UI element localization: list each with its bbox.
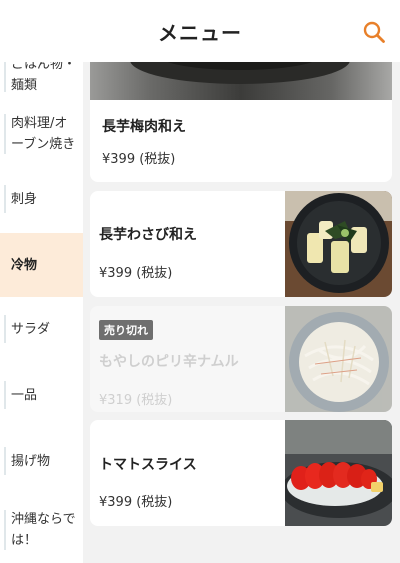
sidebar-item-label: 沖縄ならで は！ xyxy=(11,512,76,548)
soldout-badge: 売り切れ xyxy=(99,320,153,340)
sidebar-item-okinawa[interactable]: 沖縄ならで は！ xyxy=(0,500,83,560)
category-sidebar: ごはん物・ 麺類 肉料理/オ ーブン焼き 刺身 冷物 サラダ 一品 揚げ物 沖縄… xyxy=(0,62,83,563)
menu-item-card[interactable]: 長芋梅肉和え ¥399 (税抜) xyxy=(90,62,392,182)
item-price: ¥319 (税抜) xyxy=(99,393,173,408)
sidebar-item-sashimi[interactable]: 刺身 xyxy=(0,177,83,221)
sidebar-item-label: 揚げ物 xyxy=(11,453,51,469)
item-price: ¥399 (税抜) xyxy=(99,266,173,281)
menu-list: 長芋梅肉和え ¥399 (税抜) 長芋わさび和え ¥399 (税抜) 売り切れ xyxy=(83,62,400,563)
item-price: ¥399 (税抜) xyxy=(102,152,176,167)
item-name: もやしのピリ辛ナムル xyxy=(99,354,239,370)
item-name: 長芋わさび和え xyxy=(99,227,197,243)
food-photo xyxy=(285,306,392,412)
menu-item-card[interactable]: 長芋わさび和え ¥399 (税抜) xyxy=(90,191,392,297)
food-photo xyxy=(90,62,392,100)
sidebar-item-meat[interactable]: 肉料理/オ ーブン焼き xyxy=(0,104,83,164)
item-name: トマトスライス xyxy=(99,457,197,473)
sidebar-item-label: ごはん物・ 麺類 xyxy=(11,62,77,93)
app-header: メニュー xyxy=(0,0,400,62)
sidebar-item-fried[interactable]: 揚げ物 xyxy=(0,439,83,483)
sidebar-item-ippin[interactable]: 一品 xyxy=(0,373,83,417)
sidebar-item-label: 肉料理/オ ーブン焼き xyxy=(11,116,76,152)
item-price: ¥399 (税抜) xyxy=(99,495,173,510)
sidebar-item-cold[interactable]: 冷物 xyxy=(0,233,83,297)
menu-item-card[interactable]: トマトスライス ¥399 (税抜) xyxy=(90,420,392,526)
sidebar-item-noodles[interactable]: ごはん物・ 麺類 xyxy=(0,62,83,96)
sidebar-item-label: 一品 xyxy=(11,387,38,403)
sidebar-item-label: 冷物 xyxy=(11,257,38,273)
page-title: メニュー xyxy=(158,20,242,45)
search-icon[interactable] xyxy=(362,20,386,44)
food-photo xyxy=(285,191,392,297)
food-photo xyxy=(281,420,392,526)
sidebar-item-salad[interactable]: サラダ xyxy=(0,307,83,351)
sidebar-item-label: 刺身 xyxy=(11,191,38,207)
menu-item-card[interactable]: 売り切れ もやしのピリ辛ナムル ¥319 (税抜) xyxy=(90,306,392,412)
item-name: 長芋梅肉和え xyxy=(102,119,186,135)
sidebar-item-label: サラダ xyxy=(11,321,51,337)
